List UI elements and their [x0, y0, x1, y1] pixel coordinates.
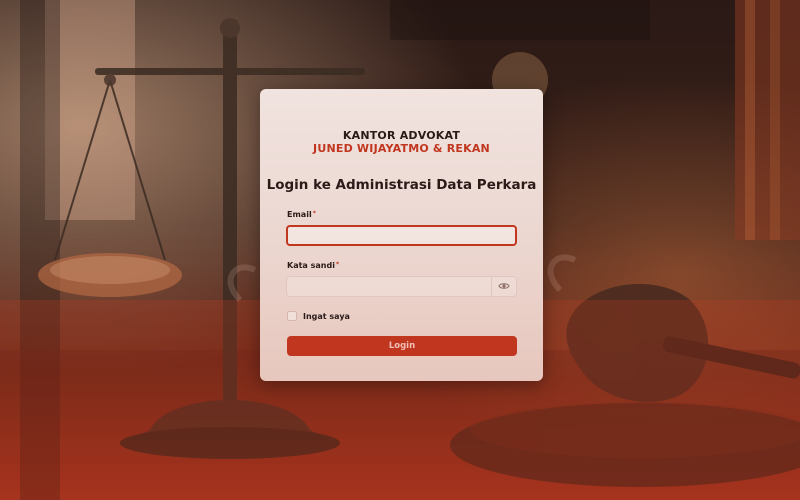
- email-field[interactable]: [286, 225, 517, 246]
- toggle-password-visibility-button[interactable]: [491, 277, 516, 296]
- password-field[interactable]: [287, 277, 492, 296]
- password-required-marker: *: [335, 261, 340, 268]
- password-field-wrapper: [286, 276, 517, 297]
- email-label: Email*: [287, 210, 316, 219]
- login-card: KANTOR ADVOKAT JUNED WIJAYATMO & REKAN L…: [260, 89, 543, 381]
- remember-me[interactable]: Ingat saya: [287, 311, 350, 321]
- remember-me-checkbox[interactable]: [287, 311, 297, 321]
- email-label-text: Email: [287, 210, 312, 219]
- firm-name-line1: KANTOR ADVOKAT: [342, 129, 461, 142]
- remember-me-label: Ingat saya: [303, 311, 350, 321]
- login-title: Login ke Administrasi Data Perkara: [266, 177, 537, 193]
- email-required-marker: *: [312, 210, 316, 217]
- eye-icon: [498, 277, 510, 296]
- password-label-text: Kata sandi: [287, 261, 335, 270]
- firm-name-line2: JUNED WIJAYATMO & REKAN: [313, 142, 490, 155]
- password-label: Kata sandi*: [287, 261, 339, 270]
- login-button[interactable]: Login: [287, 336, 517, 356]
